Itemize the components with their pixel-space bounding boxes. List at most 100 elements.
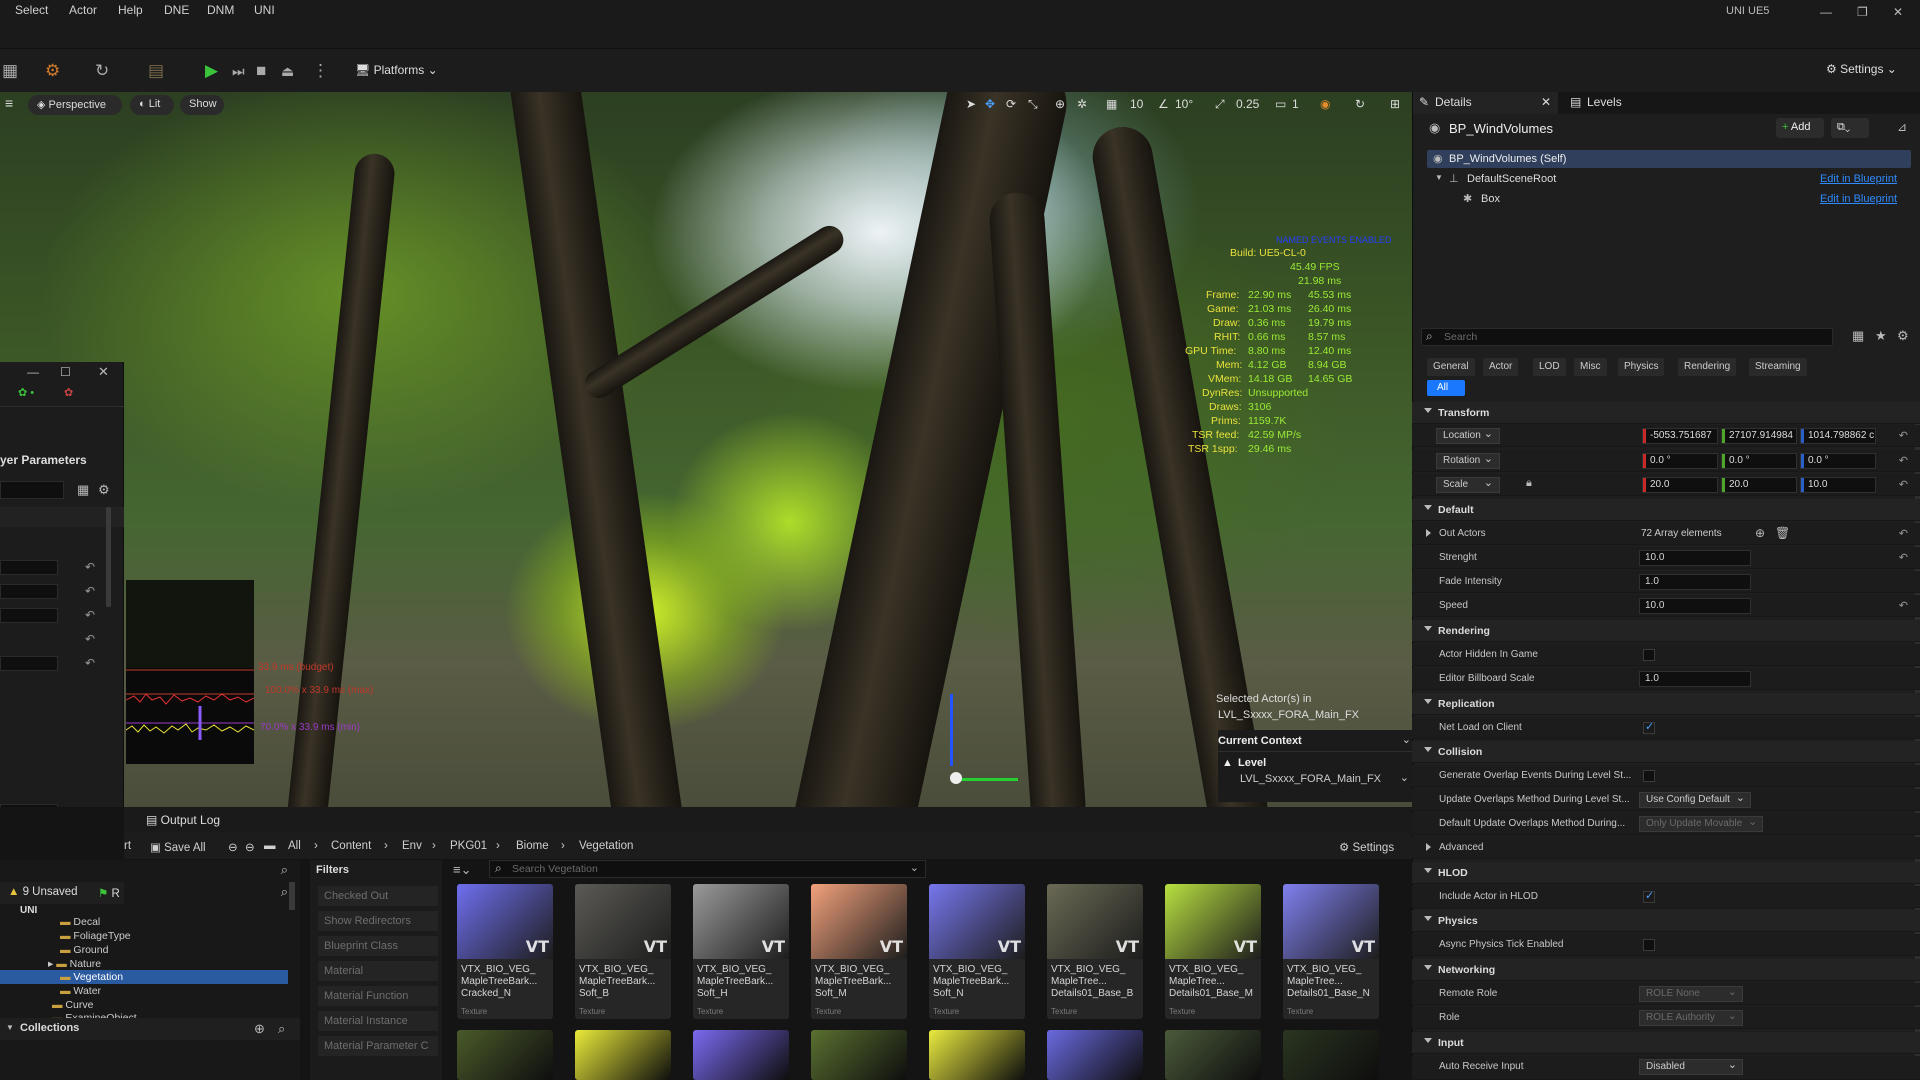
sources-search[interactable]: ⌕	[124, 860, 294, 880]
lock-icon[interactable]: 🔒︎	[1526, 477, 1532, 490]
filter-blueprint-class[interactable]: Blueprint Class	[318, 936, 438, 956]
forward-icon[interactable]: ⊖	[245, 840, 255, 854]
gear-icon[interactable]: ⚙	[98, 482, 110, 498]
stop-icon[interactable]: ■	[256, 61, 266, 81]
net-load-checkbox[interactable]	[1643, 720, 1655, 734]
surface-snap-icon[interactable]: ✲	[1077, 97, 1087, 111]
scale-snap-value[interactable]: 0.25	[1236, 97, 1259, 111]
search-input[interactable]	[0, 481, 64, 499]
menu-dne[interactable]: DNE	[164, 3, 189, 17]
section-transform[interactable]: Transform	[1412, 402, 1920, 424]
asset-tile[interactable]: VT VTX_BIO_VEG_ MapleTreeBark... Soft_H Te…	[693, 884, 789, 1019]
step-icon[interactable]: ⏭	[232, 63, 245, 80]
asset-tile[interactable]	[929, 1030, 1025, 1080]
location-z-field[interactable]: 1014.798862 c	[1800, 428, 1876, 444]
camera-speed-value[interactable]: 1	[1292, 97, 1299, 111]
component-row-box[interactable]: ✱ Box Edit in Blueprint	[1427, 190, 1911, 208]
reset-icon[interactable]: ↶	[85, 656, 95, 670]
realtime-icon[interactable]: ◉	[1320, 97, 1330, 111]
rotation-snap-icon[interactable]: ∠	[1158, 97, 1169, 111]
rotate-tool-icon[interactable]: ⟳	[1006, 97, 1016, 111]
section-replication[interactable]: Replication	[1412, 693, 1920, 715]
update-overlaps-dropdown[interactable]: Use Config Default	[1639, 791, 1751, 808]
edit-in-blueprint-link[interactable]: Edit in Blueprint	[1820, 173, 1897, 185]
async-physics-checkbox[interactable]	[1643, 939, 1655, 951]
hamburger-icon[interactable]: ≡	[5, 95, 13, 111]
tree-item-decal[interactable]: ▬ Decal	[60, 916, 100, 928]
asset-tile[interactable]	[457, 1030, 553, 1080]
location-x-field[interactable]: -5053.751687	[1642, 428, 1718, 444]
generate-overlap-checkbox[interactable]	[1643, 770, 1655, 782]
add-component-button[interactable]: + Add	[1776, 118, 1824, 138]
rotation-z-field[interactable]: 0.0 °	[1800, 453, 1876, 469]
sequencer-icon[interactable]: ↻	[95, 61, 109, 81]
breadcrumb-all[interactable]: All	[288, 840, 301, 852]
scale-z-field[interactable]: 10.0	[1800, 477, 1876, 493]
remote-role-dropdown[interactable]: ROLE None	[1639, 985, 1743, 1002]
import-button[interactable]: rt	[124, 840, 131, 852]
category-streaming[interactable]: Streaming	[1749, 358, 1807, 376]
speed-field[interactable]: 10.0	[1639, 598, 1751, 614]
category-physics[interactable]: Physics	[1618, 358, 1665, 376]
lock-icon[interactable]: ⊿	[1897, 120, 1907, 134]
reset-icon[interactable]: ↶	[1899, 599, 1908, 612]
eject-icon[interactable]: ⏏	[281, 63, 294, 80]
build-icon[interactable]: ▤	[148, 61, 164, 81]
category-actor[interactable]: Actor	[1483, 358, 1519, 376]
section-default[interactable]: Default	[1412, 499, 1920, 521]
section-collision[interactable]: Collision	[1412, 741, 1920, 763]
breadcrumb-content[interactable]: Content	[331, 840, 371, 852]
rotation-y-field[interactable]: 0.0 °	[1721, 453, 1797, 469]
component-row-self[interactable]: ◉ BP_WindVolumes (Self)	[1427, 150, 1911, 168]
asset-tile[interactable]: VT VTX_BIO_VEG_ MapleTreeBark... Soft_M Te…	[811, 884, 907, 1019]
unsaved-button[interactable]: ▲ 9 Unsaved	[8, 886, 78, 898]
reset-icon[interactable]: ↶	[1899, 454, 1908, 467]
billboard-scale-field[interactable]: 1.0	[1639, 671, 1751, 687]
filter-material-function[interactable]: Material Function	[318, 986, 438, 1006]
level-value[interactable]: LVL_Sxxxx_FORA_Main_FX	[1240, 773, 1381, 785]
property-advanced[interactable]: Advanced	[1412, 837, 1920, 859]
blueprint-icon[interactable]: ⚙	[45, 61, 60, 81]
asset-tile[interactable]: VT VTX_BIO_VEG_ MapleTreeBark... Cracked_…	[457, 884, 553, 1019]
edit-in-blueprint-link[interactable]: Edit in Blueprint	[1820, 193, 1897, 205]
show-button[interactable]: Show	[180, 95, 224, 115]
filter-show-redirectors[interactable]: Show Redirectors	[318, 911, 438, 931]
perspective-button[interactable]: ◈ Perspective	[28, 95, 122, 115]
back-icon[interactable]: ⊖	[228, 840, 238, 854]
reset-icon[interactable]: ↶	[1899, 478, 1908, 491]
breadcrumb-biome[interactable]: Biome	[516, 840, 549, 852]
asset-tile[interactable]	[1165, 1030, 1261, 1080]
add-collection-icon[interactable]: ⊕	[254, 1021, 265, 1037]
star-icon[interactable]: ★	[1875, 328, 1887, 344]
search-icon[interactable]: ⌕	[278, 1021, 285, 1037]
chevron-right-icon[interactable]	[1426, 529, 1431, 537]
maximize-icon[interactable]: ❐	[1857, 5, 1868, 19]
lit-button[interactable]: ◐ Lit	[130, 95, 174, 115]
mode-select-icon[interactable]: ▦	[2, 61, 18, 81]
translate-tool-icon[interactable]: ✥	[985, 97, 995, 111]
reset-icon[interactable]: ↶	[85, 584, 95, 598]
blueprint-options-button[interactable]: ⧉⌄	[1831, 118, 1869, 138]
asset-tile[interactable]	[693, 1030, 789, 1080]
trash-icon[interactable]: 🗑︎	[1775, 526, 1790, 540]
default-update-overlaps-dropdown[interactable]: Only Update Movable	[1639, 815, 1764, 832]
maximize-icon[interactable]: ☐	[60, 365, 71, 379]
refresh-icon[interactable]: ↻	[1355, 97, 1365, 111]
close-icon[interactable]: ✕	[1541, 95, 1551, 109]
tree-item-foliagetype[interactable]: ▬ FoliageType	[60, 930, 131, 942]
current-context-header[interactable]: Current Context ⌄	[1218, 730, 1412, 752]
fade-intensity-field[interactable]: 1.0	[1639, 574, 1751, 590]
category-lod[interactable]: LOD	[1533, 358, 1566, 376]
section-hlod[interactable]: HLOD	[1412, 862, 1920, 884]
scale-tool-icon[interactable]: ⤡	[1028, 97, 1038, 112]
tree-item-curve[interactable]: ▬ Curve	[52, 999, 93, 1011]
category-misc[interactable]: Misc	[1574, 358, 1607, 376]
grid-snap-value[interactable]: 10	[1130, 97, 1143, 111]
menu-help[interactable]: Help	[118, 3, 143, 17]
param-field[interactable]	[0, 656, 58, 671]
reset-icon[interactable]: ↶	[1899, 429, 1908, 442]
asset-tile[interactable]: VT VTX_BIO_VEG_ MapleTree... Details01_Ba…	[1283, 884, 1379, 1019]
section-input[interactable]: Input	[1412, 1032, 1920, 1054]
menu-dnm[interactable]: DNM	[207, 3, 234, 17]
camera-speed-icon[interactable]: ▭	[1275, 97, 1286, 111]
